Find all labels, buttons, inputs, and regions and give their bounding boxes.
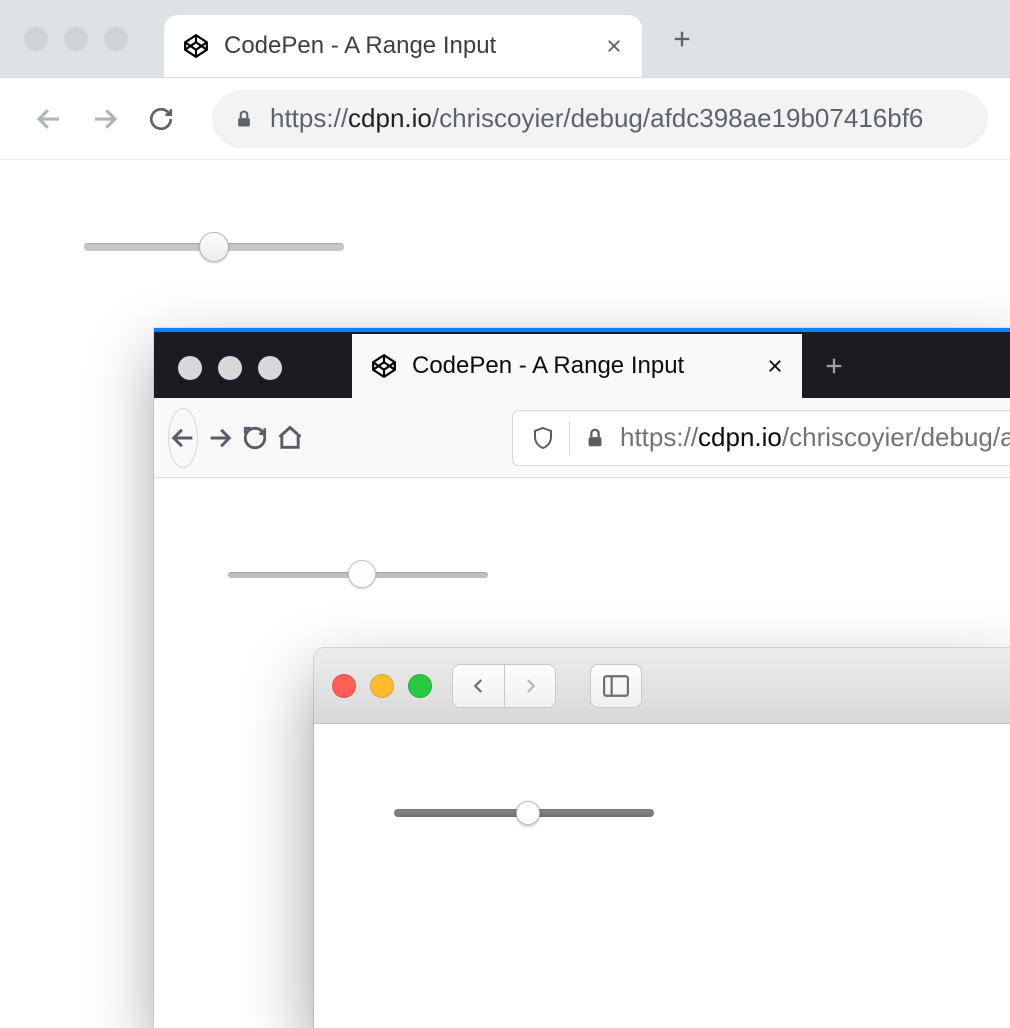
chrome-tab-bar: CodePen - A Range Input bbox=[0, 0, 1010, 78]
browser-tab[interactable]: CodePen - A Range Input bbox=[352, 334, 802, 398]
slider-thumb[interactable] bbox=[516, 801, 540, 825]
slider-thumb[interactable] bbox=[348, 560, 376, 588]
address-bar[interactable]: https://cdpn.io/chriscoyier/debug/afdc39… bbox=[512, 410, 1010, 466]
close-window-button[interactable] bbox=[332, 674, 356, 698]
page-content bbox=[154, 478, 1010, 672]
minimize-window-button[interactable] bbox=[370, 674, 394, 698]
maximize-window-button[interactable] bbox=[408, 674, 432, 698]
url-text: https://cdpn.io/chriscoyier/debug/afdc39… bbox=[270, 103, 923, 134]
navigation-buttons bbox=[452, 664, 556, 708]
tab-title: CodePen - A Range Input bbox=[224, 32, 590, 60]
minimize-window-button[interactable] bbox=[64, 27, 88, 51]
back-button[interactable] bbox=[168, 408, 198, 468]
close-window-button[interactable] bbox=[24, 27, 48, 51]
tab-title: CodePen - A Range Input bbox=[412, 352, 752, 380]
page-content bbox=[314, 724, 1010, 902]
window-traffic-lights bbox=[332, 674, 432, 698]
safari-toolbar bbox=[314, 648, 1010, 724]
sidebar-toggle-button[interactable] bbox=[590, 664, 642, 708]
window-traffic-lights bbox=[0, 27, 128, 51]
firefox-tab-bar: CodePen - A Range Input bbox=[154, 328, 1010, 398]
window-traffic-lights bbox=[168, 356, 292, 398]
range-slider[interactable] bbox=[228, 558, 950, 592]
page-content bbox=[0, 160, 1010, 334]
home-button[interactable] bbox=[276, 412, 304, 464]
lock-icon bbox=[584, 427, 606, 449]
maximize-window-button[interactable] bbox=[258, 356, 282, 380]
close-tab-icon[interactable] bbox=[604, 36, 624, 56]
shield-icon[interactable] bbox=[531, 426, 555, 450]
separator bbox=[569, 421, 570, 455]
codepen-icon bbox=[182, 32, 210, 60]
close-tab-icon[interactable] bbox=[766, 357, 784, 375]
forward-button[interactable] bbox=[78, 92, 132, 146]
reload-button[interactable] bbox=[242, 412, 268, 464]
forward-button[interactable] bbox=[504, 664, 556, 708]
back-button[interactable] bbox=[22, 92, 76, 146]
safari-browser-window bbox=[314, 648, 1010, 1028]
new-tab-button[interactable] bbox=[662, 19, 702, 59]
firefox-toolbar: https://cdpn.io/chriscoyier/debug/afdc39… bbox=[154, 398, 1010, 478]
new-tab-button[interactable] bbox=[802, 334, 866, 398]
url-text: https://cdpn.io/chriscoyier/debug/afdc39… bbox=[620, 422, 1010, 453]
minimize-window-button[interactable] bbox=[218, 356, 242, 380]
chrome-toolbar: https://cdpn.io/chriscoyier/debug/afdc39… bbox=[0, 78, 1010, 160]
maximize-window-button[interactable] bbox=[104, 27, 128, 51]
reload-button[interactable] bbox=[134, 92, 188, 146]
close-window-button[interactable] bbox=[178, 356, 202, 380]
back-button[interactable] bbox=[452, 664, 504, 708]
browser-tab[interactable]: CodePen - A Range Input bbox=[164, 15, 642, 77]
range-slider[interactable] bbox=[394, 796, 944, 830]
slider-thumb[interactable] bbox=[199, 232, 229, 262]
forward-button[interactable] bbox=[206, 412, 234, 464]
codepen-icon bbox=[370, 352, 398, 380]
address-bar[interactable]: https://cdpn.io/chriscoyier/debug/afdc39… bbox=[212, 90, 988, 148]
lock-icon bbox=[234, 109, 254, 129]
range-slider[interactable] bbox=[84, 230, 926, 264]
